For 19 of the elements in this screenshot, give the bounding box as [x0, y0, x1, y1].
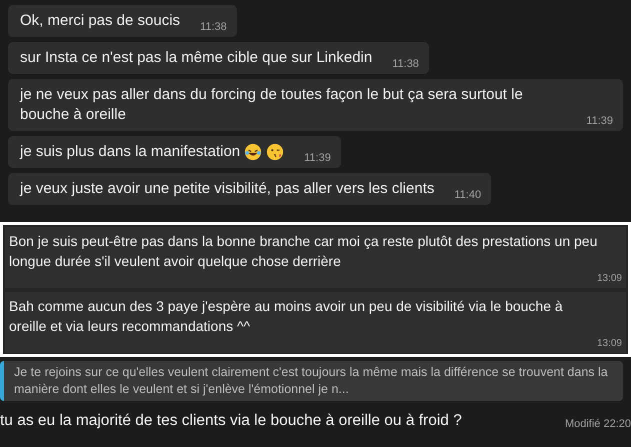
message-time: 11:38 [200, 20, 227, 34]
kissing-face-icon [266, 143, 284, 161]
quoted-message: Je te rejoins sur ce qu'elles veulent clairement c'est toujours la même mais la différence se trouvent dans la manière dont elles le veulent et si j'enlève l'émotionnel je n... [0, 361, 623, 401]
message-text: je veux juste avoir une petite visibilité, pas aller vers les clients [20, 179, 434, 199]
message-time: 13:09 [596, 337, 622, 351]
message-time: 11:39 [586, 114, 613, 128]
laughing-face-icon [244, 143, 262, 161]
message-text: Ok, merci pas de soucis [20, 11, 180, 31]
message-text: tu as eu la majorité de tes clients via le bouche à oreille ou à froid ? [0, 411, 462, 431]
message-time: 13:09 [596, 272, 622, 286]
message-text: je suis plus dans la manifestation [20, 142, 240, 162]
message-time: 11:40 [454, 188, 482, 202]
message-time: 11:38 [392, 56, 419, 72]
message-text: sur Insta ce n'est pas la même cible que sur Linkedin [20, 48, 372, 68]
message-text: je ne veux pas aller dans du forcing de toutes façon le but ça sera surtout le bouche à oreille [20, 85, 524, 125]
message-time: 11:39 [304, 150, 331, 166]
message-text: Bah comme aucun des 3 paye j'espère au moins avoir un peu de visibilité via le bouche à oreille et via leurs recommandations ^^ [9, 297, 564, 336]
edited-status: Modifié 22:20 [564, 417, 631, 432]
message-text: Bon je suis peut-être pas dans la bonne branche car moi ça reste plutôt des prestations un peu longue durée s'il veulent avoir quelque chose derrière [9, 232, 598, 271]
